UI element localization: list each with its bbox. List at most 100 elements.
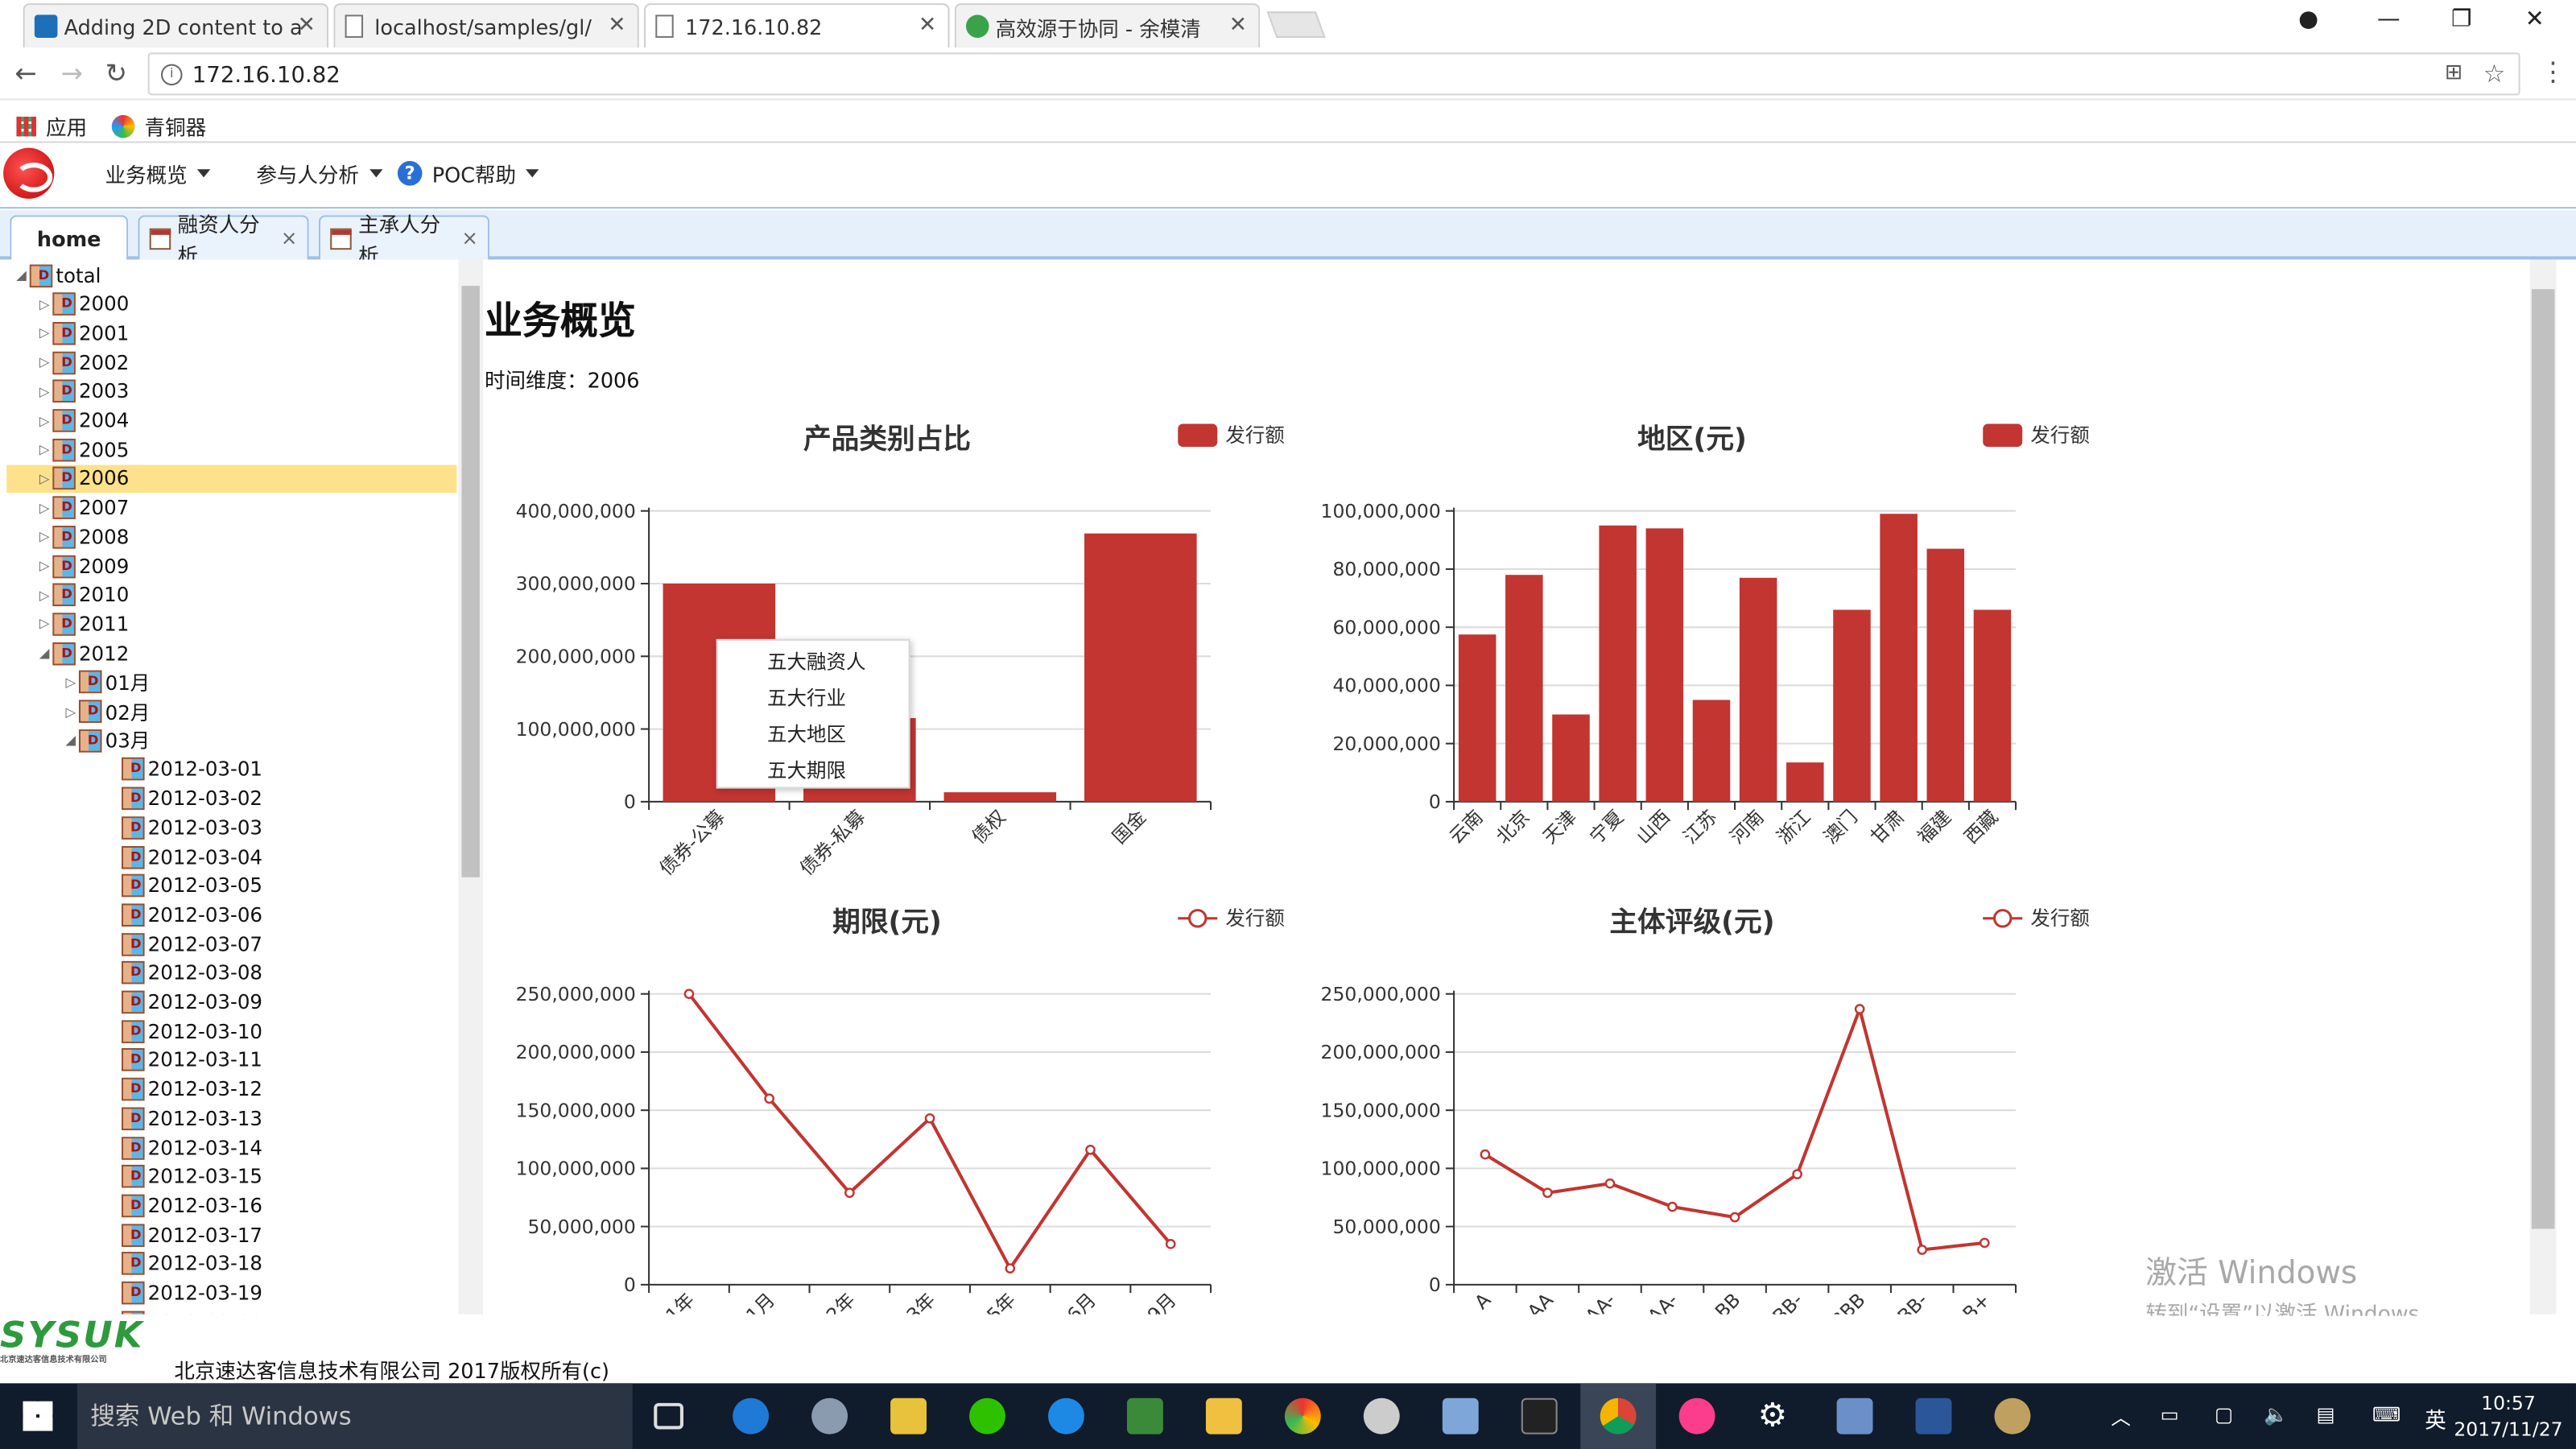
tree-node-year[interactable]: ▷ D 2004	[0, 407, 456, 435]
data-point[interactable]	[924, 1113, 935, 1124]
tree-node-year[interactable]: ▷ D 2000	[0, 291, 456, 319]
tree-node-month[interactable]: ◢ D 03月	[0, 726, 456, 754]
tree-scrollbar[interactable]	[458, 259, 483, 1315]
collapsed-arrow-icon[interactable]: ▷	[36, 384, 52, 398]
remote-desktop-icon[interactable]	[1836, 1397, 1873, 1435]
bar[interactable]	[1692, 700, 1731, 802]
data-point[interactable]	[764, 1093, 775, 1104]
legend-label[interactable]: 发行额	[1225, 906, 1284, 930]
tree-node-year[interactable]: ▷ D 2008	[0, 523, 456, 551]
tree-node-day[interactable]: D 2012-03-10	[0, 1018, 456, 1046]
collapsed-arrow-icon[interactable]: ▷	[36, 297, 52, 312]
network-icon[interactable]: ▢	[2215, 1403, 2233, 1426]
bar[interactable]	[1739, 577, 1777, 802]
collapsed-arrow-icon[interactable]: ▷	[36, 355, 52, 369]
tree-node-day[interactable]: D 2012-03-18	[0, 1250, 456, 1278]
tree-node-year[interactable]: ▷ D 2005	[0, 436, 456, 464]
browser-tab-1[interactable]: Adding 2D content to a ✕	[23, 3, 329, 48]
tree-node-day[interactable]: D 2012-03-19	[0, 1279, 456, 1307]
paint-icon[interactable]	[1994, 1397, 2031, 1435]
windows-start-icon[interactable]	[23, 1401, 53, 1431]
tree-node-day[interactable]: D 2012-03-15	[0, 1162, 456, 1191]
taskbar-search[interactable]: 搜索 Web 和 Windows	[76, 1383, 633, 1449]
tree-node-day[interactable]: D 2012-03-09	[0, 989, 456, 1017]
profile-icon[interactable]: ●	[2298, 6, 2318, 33]
tree-node-day[interactable]: D2012-03-20	[0, 1308, 456, 1315]
bar[interactable]	[1973, 609, 2012, 802]
data-point[interactable]	[1917, 1245, 1928, 1255]
tree-node-day[interactable]: D 2012-03-12	[0, 1075, 456, 1104]
tree-node-year[interactable]: ▷ D 2009	[0, 552, 456, 580]
close-icon[interactable]: ✕	[919, 13, 936, 38]
excel-icon[interactable]	[1126, 1397, 1163, 1435]
tree-node-month[interactable]: ▷ D 02月	[0, 697, 456, 725]
collapsed-arrow-icon[interactable]: ▷	[36, 501, 52, 515]
forward-button[interactable]: →	[61, 57, 83, 89]
volume-muted-icon[interactable]: 🔈	[2264, 1403, 2289, 1426]
close-icon[interactable]: ×	[281, 227, 298, 250]
tree-node-day[interactable]: D 2012-03-06	[0, 901, 456, 929]
tree-node-day[interactable]: D 2012-03-17	[0, 1221, 456, 1249]
terminal-icon[interactable]	[1521, 1397, 1558, 1435]
bookmark-bronze[interactable]: 青铜器	[111, 110, 206, 142]
translate-icon[interactable]: ⊞	[2445, 61, 2462, 86]
chevron-up-icon[interactable]: ︿	[2111, 1403, 2131, 1431]
main-scrollbar[interactable]	[2529, 259, 2557, 1315]
tree-node-year[interactable]: ▷ D 2007	[0, 493, 456, 522]
menu-kebab-icon[interactable]: ⋮	[2540, 56, 2566, 87]
tree-node-year[interactable]: ◢ D 2012	[0, 639, 456, 667]
menu-business-overview[interactable]: 业务概览	[105, 158, 211, 189]
data-point[interactable]	[1085, 1144, 1096, 1155]
notification-icon[interactable]: ▤	[2317, 1403, 2335, 1426]
tree-node-year[interactable]: ▷ D 2010	[0, 581, 456, 609]
legend-label[interactable]: 发行额	[2030, 906, 2089, 930]
app-icon[interactable]	[1284, 1397, 1321, 1435]
keyboard-icon[interactable]: ⌨	[2372, 1403, 2401, 1426]
data-point[interactable]	[1165, 1239, 1176, 1249]
tree-node-year[interactable]: ▷ D 2001	[0, 320, 456, 348]
gear-icon[interactable]: ⚙	[1758, 1395, 1794, 1435]
bar[interactable]	[1645, 528, 1684, 802]
tree-node-day[interactable]: D 2012-03-11	[0, 1046, 456, 1075]
back-button[interactable]: ←	[14, 57, 36, 89]
browser-tab-3[interactable]: 172.16.10.82 ✕	[643, 3, 950, 48]
expanded-arrow-icon[interactable]: ◢	[13, 268, 29, 283]
file-explorer-icon[interactable]	[1205, 1397, 1242, 1435]
info-icon[interactable]: i	[160, 64, 183, 86]
tree-node-day[interactable]: D 2012-03-07	[0, 930, 456, 958]
expanded-arrow-icon[interactable]: ◢	[63, 733, 79, 748]
restore-button[interactable]: ❐	[2451, 6, 2472, 33]
browser-tab-4[interactable]: 高效源于协同 - 余模清 ✕	[954, 3, 1261, 48]
collapsed-arrow-icon[interactable]: ▷	[63, 704, 79, 718]
tree-node-day[interactable]: D 2012-03-14	[0, 1133, 456, 1162]
collapsed-arrow-icon[interactable]: ▷	[36, 559, 52, 573]
new-tab-button[interactable]	[1266, 11, 1326, 38]
context-menu-item-top-terms[interactable]: 五大期限	[767, 753, 846, 789]
task-view-icon[interactable]	[654, 1402, 683, 1430]
tree-node-day[interactable]: D 2012-03-13	[0, 1104, 456, 1133]
data-point[interactable]	[1604, 1178, 1616, 1189]
ime-indicator[interactable]: 英	[2425, 1403, 2446, 1435]
bar[interactable]	[1505, 575, 1543, 802]
word-icon[interactable]	[1915, 1397, 1952, 1435]
battery-icon[interactable]: ▭	[2161, 1403, 2179, 1426]
tree-node-day[interactable]: D 2012-03-16	[0, 1191, 456, 1220]
tree-node-total[interactable]: ◢ Dtotal	[0, 261, 456, 289]
expanded-arrow-icon[interactable]: ◢	[36, 646, 52, 660]
bar[interactable]	[1084, 533, 1197, 802]
legend-label[interactable]: 发行额	[1225, 423, 1284, 447]
collapsed-arrow-icon[interactable]: ▷	[36, 413, 52, 427]
tree-node-day[interactable]: D 2012-03-01	[0, 756, 456, 784]
bar[interactable]	[1458, 634, 1496, 802]
reload-button[interactable]: ↻	[105, 57, 127, 89]
tree-node-month[interactable]: ▷ D 01月	[0, 668, 456, 696]
bar[interactable]	[1786, 762, 1824, 802]
app-icon[interactable]	[1363, 1397, 1400, 1435]
bar[interactable]	[1926, 548, 1965, 802]
tree-node-year[interactable]: ▷ D 2006	[6, 464, 457, 493]
tree-scrollbar-thumb[interactable]	[461, 286, 480, 877]
bar[interactable]	[1833, 609, 1871, 802]
chrome-icon[interactable]	[1600, 1397, 1637, 1435]
tools-icon[interactable]	[890, 1397, 927, 1435]
address-bar[interactable]: i 172.16.10.82 ⊞ ☆	[147, 52, 2520, 96]
